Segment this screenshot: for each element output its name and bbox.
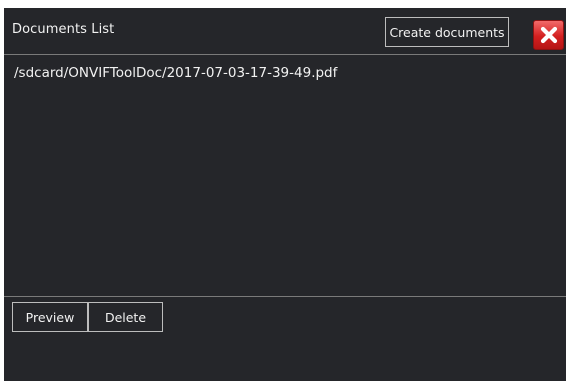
close-button[interactable]: [533, 20, 564, 50]
documents-dialog: Documents List Create documents /sdcard/…: [4, 8, 566, 381]
preview-button[interactable]: Preview: [12, 302, 88, 332]
dialog-title: Documents List: [12, 22, 115, 37]
documents-list: /sdcard/ONVIFToolDoc/2017-07-03-17-39-49…: [4, 55, 566, 296]
list-item[interactable]: /sdcard/ONVIFToolDoc/2017-07-03-17-39-49…: [14, 65, 337, 81]
dialog-header: Documents List Create documents: [4, 8, 566, 54]
create-documents-button[interactable]: Create documents: [385, 17, 509, 47]
close-icon: [540, 26, 557, 44]
footer-divider: [4, 296, 566, 297]
delete-button[interactable]: Delete: [88, 302, 163, 332]
